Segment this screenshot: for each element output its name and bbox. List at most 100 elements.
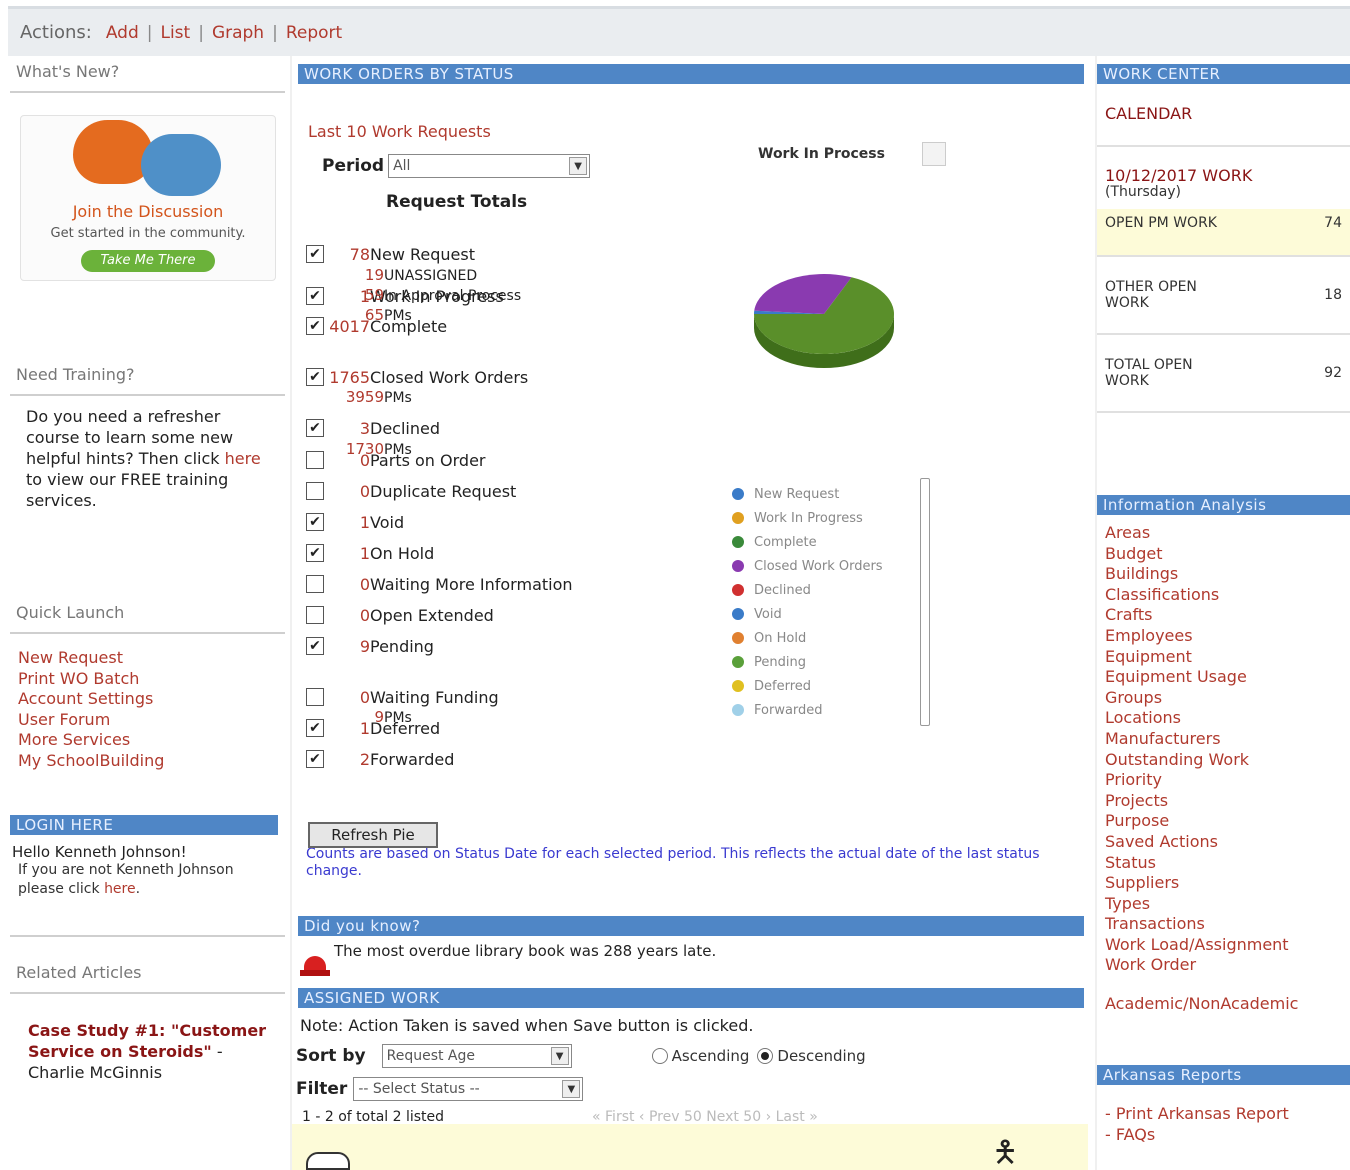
last-10-link[interactable]: Last 10 Work Requests: [308, 122, 491, 141]
status-checkbox[interactable]: [306, 606, 324, 624]
status-count[interactable]: 3: [324, 419, 370, 438]
analysis-link[interactable]: Suppliers: [1105, 873, 1342, 894]
action-list-link[interactable]: List: [160, 23, 190, 43]
analysis-link[interactable]: Equipment Usage: [1105, 667, 1342, 688]
analysis-link[interactable]: Priority: [1105, 770, 1342, 791]
take-me-there-button[interactable]: Take Me There: [81, 250, 215, 272]
analysis-link[interactable]: Status: [1105, 853, 1342, 874]
status-subrow: 19UNASSIGNED: [324, 266, 477, 284]
ascending-radio[interactable]: [651, 1048, 668, 1064]
subrow-count[interactable]: 3959: [324, 388, 384, 406]
request-totals-heading: Request Totals: [386, 192, 528, 212]
action-graph-link[interactable]: Graph: [212, 23, 264, 43]
academic-link[interactable]: Academic/NonAcademic: [1097, 984, 1350, 1023]
pie-legend-icon: [732, 512, 744, 524]
sort-select[interactable]: Request Age ▼: [381, 1044, 572, 1068]
login-bar: LOGIN HERE: [10, 815, 278, 835]
faqs-link[interactable]: - FAQs: [1105, 1124, 1342, 1145]
status-count[interactable]: 1: [324, 544, 370, 563]
legend-scrollbar[interactable]: [920, 478, 930, 726]
status-checkbox[interactable]: [306, 688, 324, 706]
descending-radio[interactable]: [757, 1048, 774, 1064]
subrow-count[interactable]: 9: [324, 708, 384, 726]
status-checkbox[interactable]: ✔: [306, 750, 324, 768]
refresh-pie-button[interactable]: Refresh Pie: [308, 822, 438, 848]
analysis-link[interactable]: Purpose: [1105, 811, 1342, 832]
status-count[interactable]: 2: [324, 750, 370, 769]
quick-link-my-schoolbuilding[interactable]: My SchoolBuilding: [18, 751, 277, 772]
analysis-link[interactable]: Areas: [1105, 523, 1342, 544]
analysis-link[interactable]: Work Order: [1105, 955, 1342, 976]
analysis-link[interactable]: Outstanding Work: [1105, 750, 1342, 771]
quick-link-account-settings[interactable]: Account Settings: [18, 689, 277, 710]
status-checkbox[interactable]: ✔: [306, 419, 324, 437]
accessibility-icon[interactable]: 🯅: [992, 1130, 1018, 1170]
community-promo[interactable]: Join the Discussion Get started in the c…: [20, 115, 276, 281]
pager[interactable]: « First ‹ Prev 50 Next 50 › Last »: [592, 1109, 818, 1125]
analysis-link[interactable]: Groups: [1105, 688, 1342, 709]
analysis-link[interactable]: Projects: [1105, 791, 1342, 812]
analysis-link[interactable]: Locations: [1105, 708, 1342, 729]
other-open-work-row[interactable]: OTHER OPEN WORK 18: [1097, 257, 1350, 335]
quick-link-user-forum[interactable]: User Forum: [18, 710, 277, 731]
status-count[interactable]: 0: [324, 606, 370, 625]
total-open-work-row[interactable]: TOTAL OPEN WORK 92: [1097, 335, 1350, 413]
chart-image-icon[interactable]: [922, 142, 946, 166]
analysis-link[interactable]: Classifications: [1105, 585, 1342, 606]
subrow-count[interactable]: 65: [324, 306, 384, 324]
analysis-link[interactable]: Employees: [1105, 626, 1342, 647]
legend-item: New Request: [732, 482, 932, 506]
status-count[interactable]: 1765: [324, 368, 370, 387]
calendar-link[interactable]: CALENDAR: [1097, 84, 1350, 147]
status-checkbox[interactable]: [306, 451, 324, 469]
subrow-label: PMs: [384, 710, 412, 726]
status-checkbox[interactable]: ✔: [306, 317, 324, 335]
filter-select[interactable]: -- Select Status -- ▼: [353, 1077, 584, 1101]
quick-launch-list: New Request Print WO Batch Account Setti…: [10, 634, 285, 785]
status-checkbox[interactable]: [306, 482, 324, 500]
analysis-link[interactable]: Buildings: [1105, 564, 1342, 585]
status-count[interactable]: 0: [324, 688, 370, 707]
assigned-note: Note: Action Taken is saved when Save bu…: [300, 1016, 754, 1035]
pie-legend-icon: [732, 656, 744, 668]
open-pm-work-row[interactable]: OPEN PM WORK 74: [1097, 209, 1350, 257]
analysis-link[interactable]: Crafts: [1105, 605, 1342, 626]
article-title[interactable]: Case Study #1: "Customer Service on Ster…: [28, 1021, 266, 1061]
related-article[interactable]: Case Study #1: "Customer Service on Ster…: [10, 994, 285, 1083]
status-checkbox[interactable]: ✔: [306, 719, 324, 737]
status-count[interactable]: 9: [324, 637, 370, 656]
status-label: Waiting More Information: [370, 574, 573, 594]
quick-link-more-services[interactable]: More Services: [18, 730, 277, 751]
quick-link-new-request[interactable]: New Request: [18, 648, 277, 669]
analysis-link[interactable]: Work Load/Assignment: [1105, 935, 1342, 956]
action-add-link[interactable]: Add: [106, 23, 139, 43]
pie-legend-icon: [732, 584, 744, 596]
subrow-count[interactable]: 1730: [324, 440, 384, 458]
status-checkbox[interactable]: [306, 575, 324, 593]
print-arkansas-report-link[interactable]: - Print Arkansas Report: [1105, 1103, 1342, 1124]
analysis-link[interactable]: Saved Actions: [1105, 832, 1342, 853]
analysis-link[interactable]: Manufacturers: [1105, 729, 1342, 750]
status-label: On Hold: [370, 543, 435, 563]
analysis-link[interactable]: Transactions: [1105, 914, 1342, 935]
subrow-count[interactable]: 59: [324, 286, 384, 304]
analysis-link[interactable]: Equipment: [1105, 647, 1342, 668]
status-checkbox[interactable]: ✔: [306, 637, 324, 655]
login-here-link[interactable]: here: [104, 881, 136, 897]
period-select[interactable]: All ▼: [388, 154, 591, 178]
status-checkbox[interactable]: ✔: [306, 287, 324, 305]
quick-link-print-wo-batch[interactable]: Print WO Batch: [18, 669, 277, 690]
status-checkbox[interactable]: ✔: [306, 544, 324, 562]
status-count[interactable]: 78: [324, 245, 370, 264]
action-report-link[interactable]: Report: [286, 23, 342, 43]
training-here-link[interactable]: here: [225, 449, 261, 468]
status-checkbox[interactable]: ✔: [306, 513, 324, 531]
status-count[interactable]: 0: [324, 482, 370, 501]
status-checkbox[interactable]: ✔: [306, 368, 324, 386]
analysis-link[interactable]: Budget: [1105, 544, 1342, 565]
analysis-link[interactable]: Types: [1105, 894, 1342, 915]
status-count[interactable]: 0: [324, 575, 370, 594]
status-count[interactable]: 1: [324, 513, 370, 532]
subrow-count[interactable]: 19: [324, 266, 384, 284]
status-checkbox[interactable]: ✔: [306, 245, 324, 263]
